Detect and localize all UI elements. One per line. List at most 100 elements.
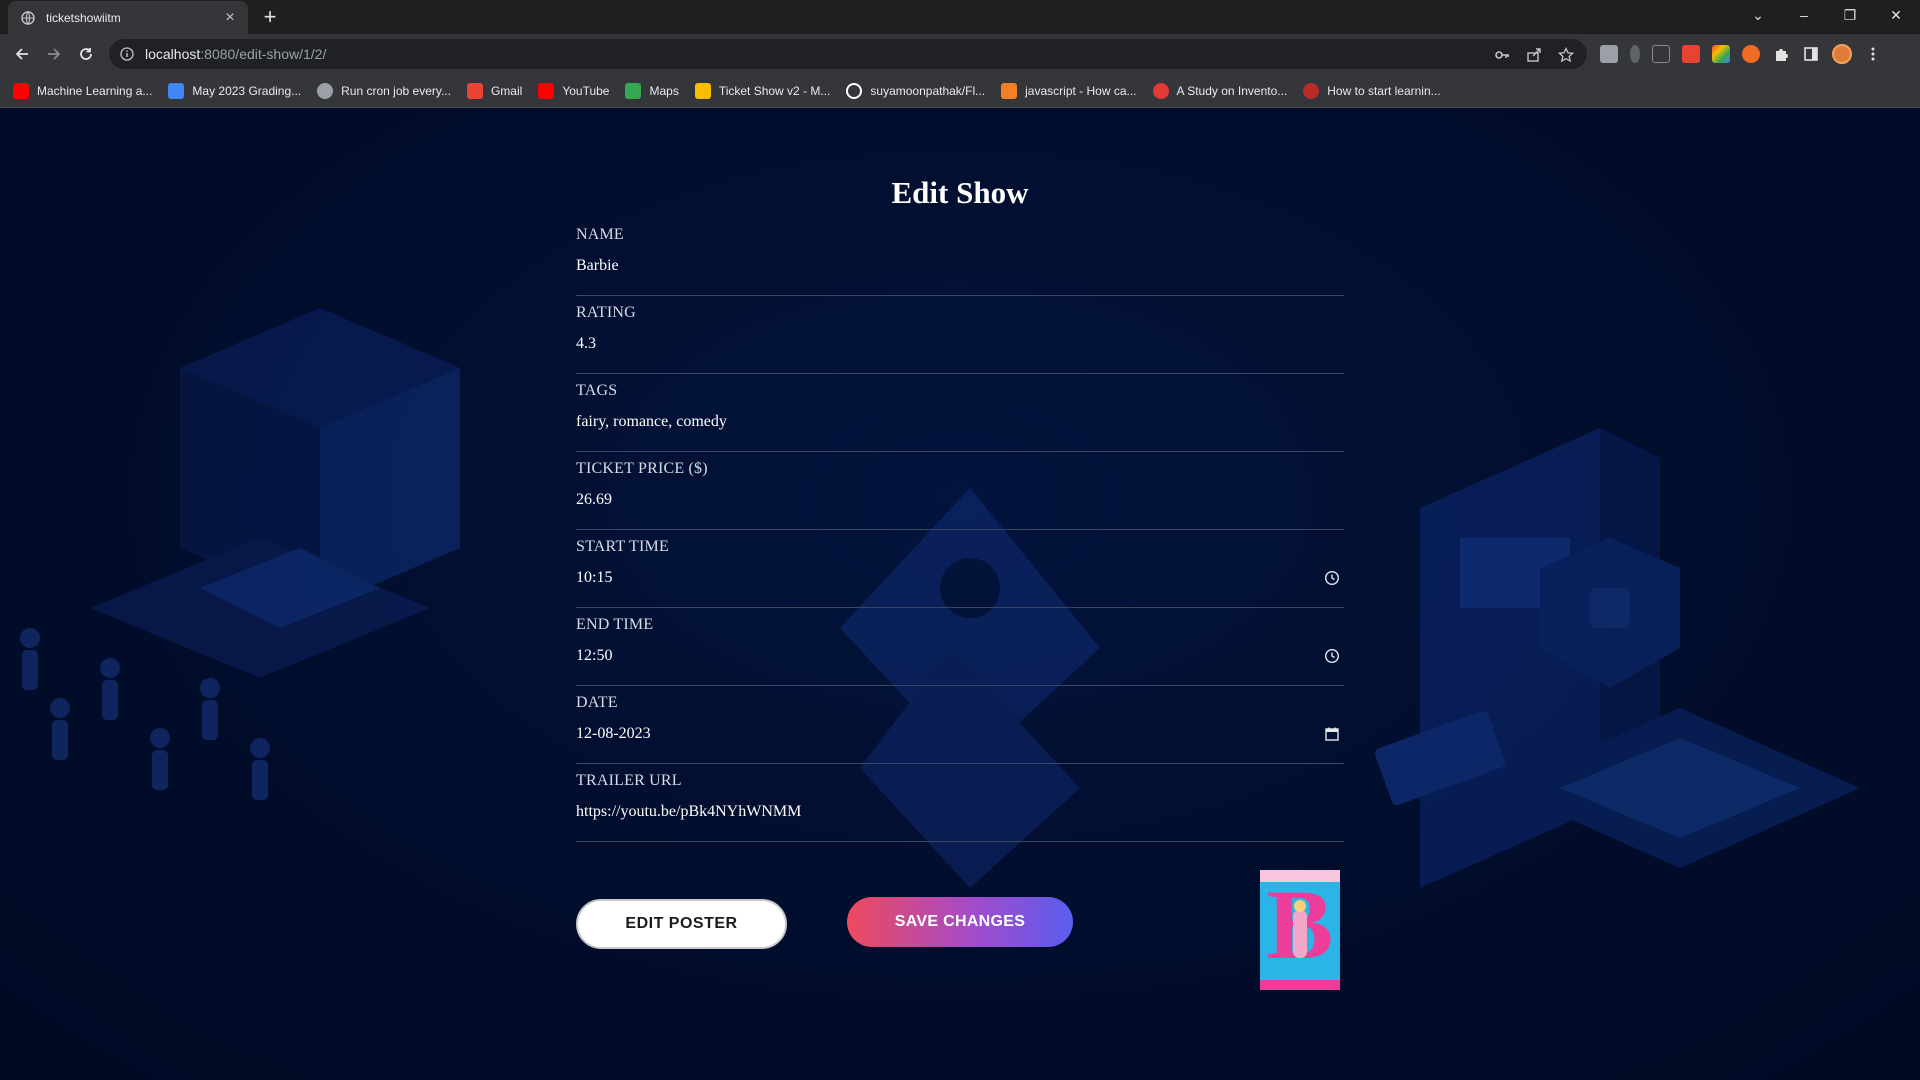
rating-input[interactable] xyxy=(576,335,1316,353)
tab-title: ticketshowiitm xyxy=(46,10,121,25)
browser-tab[interactable]: ticketshowiitm × xyxy=(8,1,248,34)
star-icon[interactable] xyxy=(1557,46,1575,64)
bookmark-item[interactable]: Ticket Show v2 - M... xyxy=(694,82,831,99)
start-time-input[interactable] xyxy=(576,569,1316,587)
tab-search-icon[interactable]: ⌄ xyxy=(1735,0,1781,30)
save-changes-button[interactable]: SAVE CHANGES xyxy=(847,897,1073,947)
bookmark-label: Gmail xyxy=(490,83,523,98)
phone-illustration xyxy=(1375,428,1860,888)
stackoverflow-icon xyxy=(1001,82,1018,99)
forward-icon[interactable] xyxy=(42,42,66,66)
field-label: END TIME xyxy=(576,616,654,633)
slides-icon xyxy=(694,82,711,99)
extension-icon[interactable] xyxy=(1600,45,1618,63)
bookmark-label: Ticket Show v2 - M... xyxy=(718,83,831,98)
address-bar[interactable]: localhost:8080/edit-show/1/2/ xyxy=(109,39,1587,69)
poster-thumbnail: B xyxy=(1260,870,1340,990)
url-path: :8080/edit-show/1/2/ xyxy=(200,46,327,62)
close-tab-icon[interactable]: × xyxy=(222,9,238,26)
gmail-icon xyxy=(466,82,483,99)
field-trailer-url: TRAILER URL xyxy=(576,764,1344,842)
bookmark-label: YouTube xyxy=(562,83,610,98)
youtube-icon xyxy=(538,82,555,99)
trailer-url-input[interactable] xyxy=(576,803,1316,821)
field-label: RATING xyxy=(576,304,636,321)
bookmark-label: suyamoonpathak/Fl... xyxy=(870,83,986,98)
page-title: Edit Show xyxy=(891,175,1029,210)
bookmark-label: Machine Learning a... xyxy=(37,83,153,98)
target-icon xyxy=(1152,82,1169,99)
field-label: NAME xyxy=(576,226,624,243)
extension-icon[interactable] xyxy=(1682,45,1700,63)
field-date: DATE xyxy=(576,686,1344,764)
profile-avatar[interactable] xyxy=(1832,44,1852,64)
bookmark-item[interactable]: javascript - How ca... xyxy=(1001,82,1137,99)
field-label: START TIME xyxy=(576,538,669,555)
date-input[interactable] xyxy=(576,725,1316,743)
bookmark-item[interactable]: Machine Learning a... xyxy=(13,82,153,99)
bookmark-label: How to start learnin... xyxy=(1327,83,1441,98)
name-input[interactable] xyxy=(576,257,1316,275)
close-window-button[interactable]: ✕ xyxy=(1873,0,1919,30)
restore-button[interactable]: ❐ xyxy=(1827,0,1873,30)
bookmark-label: Run cron job every... xyxy=(341,83,451,98)
reload-icon[interactable] xyxy=(74,42,98,66)
bookmark-item[interactable]: Run cron job every... xyxy=(317,82,451,99)
page-background: Edit Show NAME RATING TAGS TICKET PRICE ($)… xyxy=(0,108,1920,1080)
bookmark-item[interactable]: How to start learnin... xyxy=(1303,82,1441,99)
clock-icon[interactable] xyxy=(1324,648,1340,664)
field-tags: TAGS xyxy=(576,374,1344,452)
site-info-icon[interactable] xyxy=(119,46,135,62)
maps-icon xyxy=(625,82,642,99)
bookmark-item[interactable]: suyamoonpathak/Fl... xyxy=(846,82,986,99)
party-illustration xyxy=(20,308,460,800)
bookmark-item[interactable]: A Study on Invento... xyxy=(1152,82,1288,99)
end-time-input[interactable] xyxy=(576,647,1316,665)
field-label: DATE xyxy=(576,694,618,711)
field-name: NAME xyxy=(576,218,1344,296)
edit-poster-button[interactable]: EDIT POSTER xyxy=(576,899,787,949)
new-tab-button[interactable]: + xyxy=(258,5,282,29)
edit-show-form: Edit Show NAME RATING TAGS TICKET PRICE ($)… xyxy=(576,168,1344,1012)
field-ticket-price: TICKET PRICE ($) xyxy=(576,452,1344,530)
extension-icon[interactable] xyxy=(1742,45,1760,63)
field-start-time: START TIME xyxy=(576,530,1344,608)
field-label: TRAILER URL xyxy=(576,772,682,789)
bookmark-label: javascript - How ca... xyxy=(1025,83,1137,98)
share-icon[interactable] xyxy=(1525,46,1543,64)
extension-icon[interactable] xyxy=(1652,45,1670,63)
calendar-icon[interactable] xyxy=(1324,726,1340,742)
side-panel-icon[interactable] xyxy=(1802,45,1820,63)
globe-icon xyxy=(20,10,36,26)
extension-icon[interactable] xyxy=(1712,45,1730,63)
field-label: TAGS xyxy=(576,382,618,399)
field-rating: RATING xyxy=(576,296,1344,374)
clock-icon[interactable] xyxy=(1324,570,1340,586)
field-end-time: END TIME xyxy=(576,608,1344,686)
tags-input[interactable] xyxy=(576,413,1316,431)
key-icon[interactable] xyxy=(1493,46,1511,64)
bookmark-label: A Study on Invento... xyxy=(1176,83,1288,98)
field-label: TICKET PRICE ($) xyxy=(576,460,708,477)
quora-icon xyxy=(1303,82,1320,99)
bookmarks-bar: Machine Learning a... May 2023 Grading...… xyxy=(0,74,1920,108)
youtube-icon xyxy=(13,82,29,99)
docs-icon xyxy=(168,82,185,99)
globe-icon xyxy=(317,82,334,99)
tab-strip: ticketshowiitm × + ⌄ – ❐ ✕ xyxy=(0,0,1920,34)
ticket-price-input[interactable] xyxy=(576,491,1316,509)
bookmark-label: Maps xyxy=(649,83,679,98)
github-icon xyxy=(846,82,863,99)
puzzle-icon[interactable] xyxy=(1772,45,1790,63)
bookmark-item[interactable]: YouTube xyxy=(538,82,610,99)
url-text: localhost:8080/edit-show/1/2/ xyxy=(145,46,326,62)
back-icon[interactable] xyxy=(10,42,34,66)
bookmark-item[interactable]: May 2023 Grading... xyxy=(168,82,301,99)
browser-toolbar: localhost:8080/edit-show/1/2/ xyxy=(0,34,1920,74)
extension-icon[interactable] xyxy=(1630,45,1640,63)
menu-icon[interactable] xyxy=(1864,45,1882,63)
url-host: localhost xyxy=(145,46,201,62)
bookmark-item[interactable]: Maps xyxy=(625,82,679,99)
bookmark-item[interactable]: Gmail xyxy=(466,82,523,99)
minimize-button[interactable]: – xyxy=(1781,0,1827,30)
